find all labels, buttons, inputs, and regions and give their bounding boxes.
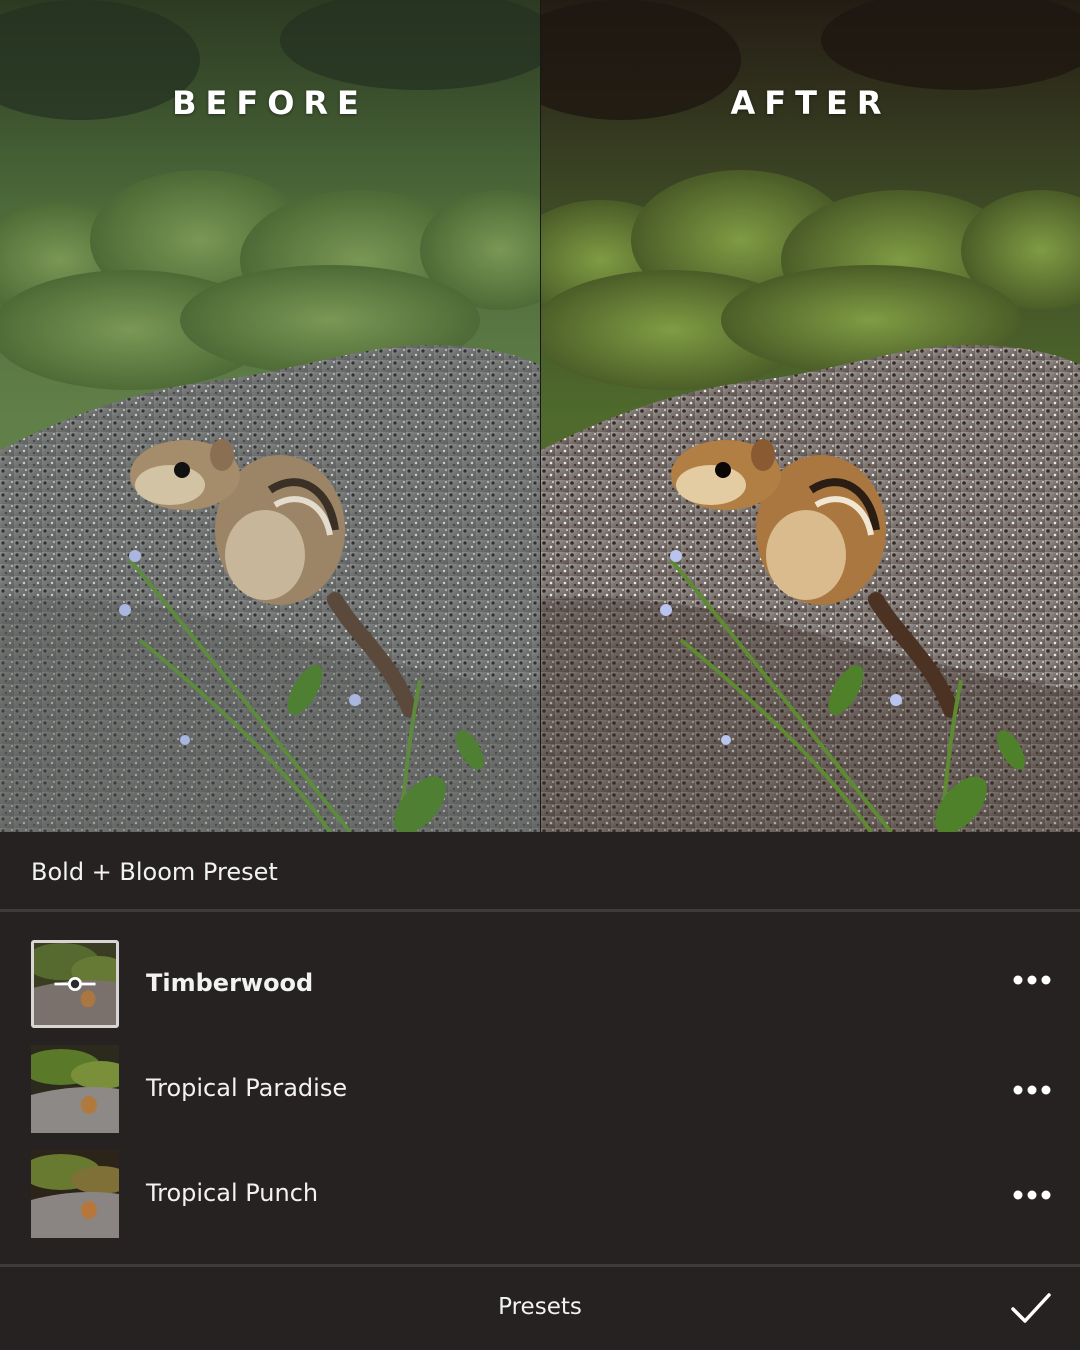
- preset-thumbnail[interactable]: [31, 1045, 119, 1133]
- more-horizontal-icon[interactable]: [1012, 973, 1052, 987]
- more-horizontal-icon[interactable]: [1012, 1188, 1052, 1202]
- after-label: AFTER: [730, 84, 891, 122]
- before-photo: [0, 0, 540, 832]
- preset-thumbnail[interactable]: [31, 940, 119, 1028]
- preset-name: Timberwood: [146, 969, 314, 997]
- before-photo-pane: BEFORE: [0, 0, 540, 832]
- before-label: BEFORE: [172, 84, 368, 122]
- slider-adjust-icon: [54, 977, 96, 991]
- preset-item-tropical-punch[interactable]: Tropical Punch: [0, 1147, 1080, 1243]
- bottom-bar: Presets: [0, 1264, 1080, 1350]
- checkmark-icon[interactable]: [1010, 1291, 1052, 1325]
- before-after-comparison: BEFORE AFTER: [0, 0, 1080, 832]
- preset-name: Tropical Paradise: [146, 1074, 348, 1102]
- more-horizontal-icon[interactable]: [1012, 1083, 1052, 1097]
- preset-group-title: Bold + Bloom Preset: [31, 858, 278, 886]
- thumbnail-image: [31, 1045, 119, 1133]
- after-photo-pane: AFTER: [540, 0, 1080, 832]
- preset-editor-screen: BEFORE AFTER Bold + Bloom Preset Timberw…: [0, 0, 1080, 1350]
- bottom-bar-title: Presets: [498, 1294, 582, 1320]
- thumbnail-image: [31, 1150, 119, 1238]
- after-photo: [541, 0, 1080, 832]
- preset-list: Timberwood Tropical Paradise Tropical Pu…: [0, 915, 1080, 1263]
- preset-group-header: Bold + Bloom Preset: [0, 832, 1080, 912]
- preset-item-timberwood[interactable]: Timberwood: [0, 937, 1080, 1033]
- preset-thumbnail[interactable]: [31, 1150, 119, 1238]
- preset-item-tropical-paradise[interactable]: Tropical Paradise: [0, 1042, 1080, 1138]
- preset-name: Tropical Punch: [146, 1179, 319, 1207]
